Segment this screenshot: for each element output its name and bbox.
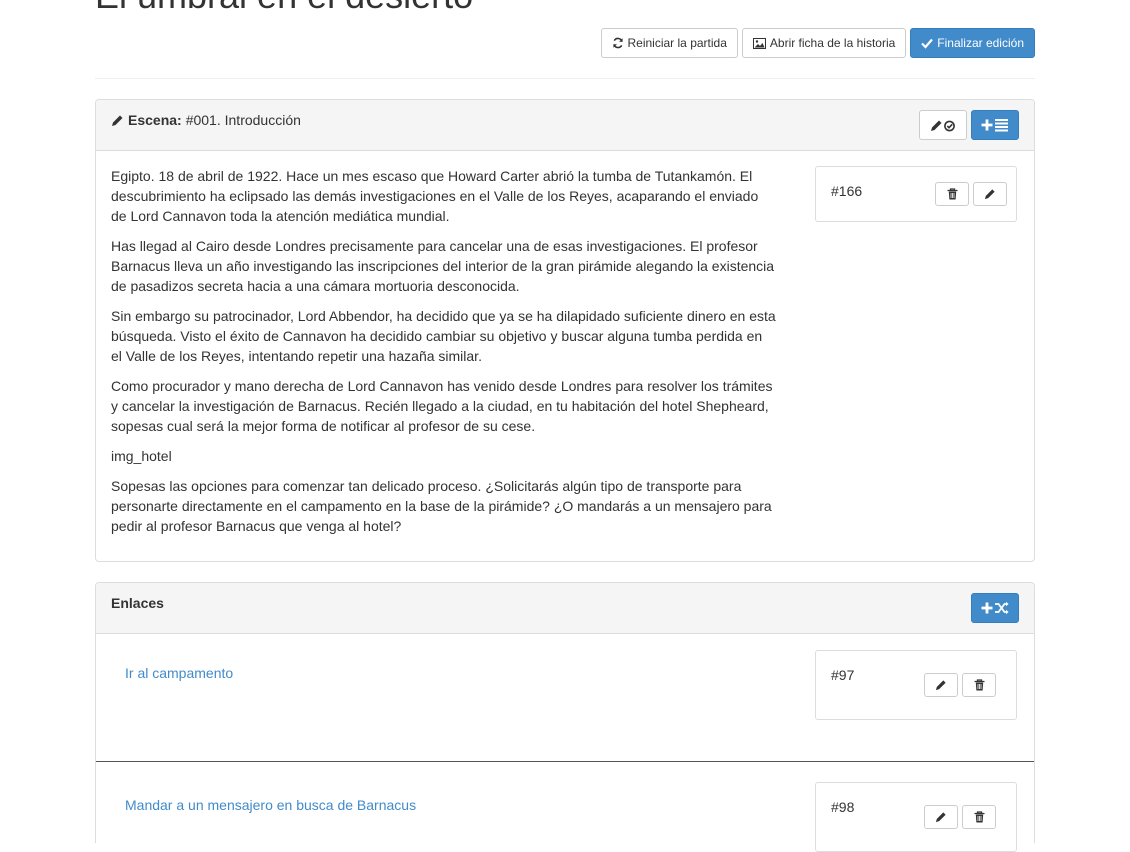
paragraph-card: #166 [815, 166, 1017, 222]
scene-label: Escena: [128, 112, 182, 128]
restart-game-button[interactable]: Reiniciar la partida [600, 28, 738, 58]
links-actions [971, 593, 1019, 623]
finish-editing-button[interactable]: Finalizar edición [910, 28, 1035, 58]
scene-panel: Escena: #001. Introducción Egipto. 18 de… [95, 99, 1035, 562]
plus-shuffle-icon [981, 601, 1009, 615]
delete-paragraph-button[interactable] [935, 182, 969, 206]
link-card: #97 [815, 650, 1017, 720]
edit-paragraph-button[interactable] [973, 182, 1007, 206]
pencil-icon [935, 811, 947, 823]
top-toolbar: Reiniciar la partida Abrir ficha de la h… [600, 28, 1035, 58]
scene-paragraph: Sin embargo su patrocinador, Lord Abbend… [111, 308, 776, 364]
scene-paragraph: Como procurador y mano derecha de Lord C… [111, 378, 773, 434]
edit-link-button[interactable] [924, 805, 958, 829]
pencil-icon [111, 114, 124, 127]
scene-panel-heading: Escena: #001. Introducción [96, 100, 1034, 151]
delete-link-button[interactable] [962, 805, 996, 829]
links-panel-title: Enlaces [111, 595, 164, 611]
link-id: #97 [831, 667, 855, 683]
page-title: El umbral en el desierto [95, 0, 473, 16]
refresh-icon [612, 37, 624, 49]
scene-paragraph: img_hotel [111, 448, 172, 464]
pencil-check-icon [930, 119, 956, 132]
add-link-button[interactable] [971, 593, 1019, 623]
link-item-text[interactable]: Ir al campamento [125, 665, 233, 681]
link-id: #98 [831, 799, 855, 815]
finish-editing-label: Finalizar edición [937, 36, 1024, 50]
image-icon [752, 37, 766, 49]
scene-actions [919, 110, 1019, 140]
header-separator [95, 78, 1035, 79]
edit-link-button[interactable] [924, 673, 958, 697]
trash-icon [974, 679, 985, 691]
link-card: #98 [815, 782, 1017, 852]
links-panel-heading: Enlaces [96, 583, 1034, 634]
pencil-icon [984, 188, 996, 200]
add-paragraph-button[interactable] [971, 110, 1019, 140]
trash-icon [974, 811, 985, 823]
delete-link-button[interactable] [962, 673, 996, 697]
restart-game-label: Reiniciar la partida [627, 36, 727, 50]
open-story-sheet-label: Abrir ficha de la historia [769, 36, 896, 50]
scene-paragraph: Egipto. 18 de abril de 1922. Hace un mes… [111, 168, 759, 224]
links-panel: Enlaces Ir al campamento #97 Mandar a un… [95, 582, 1035, 852]
scene-paragraph: Sopesas las opciones para comenzar tan d… [111, 478, 772, 534]
plus-list-icon [981, 118, 1009, 132]
link-item-text[interactable]: Mandar a un mensajero en busca de Barnac… [125, 797, 416, 813]
paragraph-actions [935, 182, 1007, 206]
scene-paragraph: Has llegad al Cairo desde Londres precis… [111, 238, 775, 294]
open-story-sheet-button[interactable]: Abrir ficha de la historia [741, 28, 907, 58]
scene-title: #001. Introducción [185, 112, 301, 128]
scene-panel-title: Escena: #001. Introducción [111, 112, 301, 128]
links-title: Enlaces [111, 595, 164, 611]
check-icon [921, 38, 934, 49]
pencil-icon [935, 679, 947, 691]
link-actions [924, 805, 996, 829]
link-actions [924, 673, 996, 697]
link-divider [96, 761, 1034, 762]
trash-icon [947, 188, 958, 200]
scene-text: Egipto. 18 de abril de 1922. Hace un mes… [111, 166, 776, 546]
paragraph-id: #166 [831, 183, 863, 199]
edit-scene-button[interactable] [919, 110, 967, 140]
